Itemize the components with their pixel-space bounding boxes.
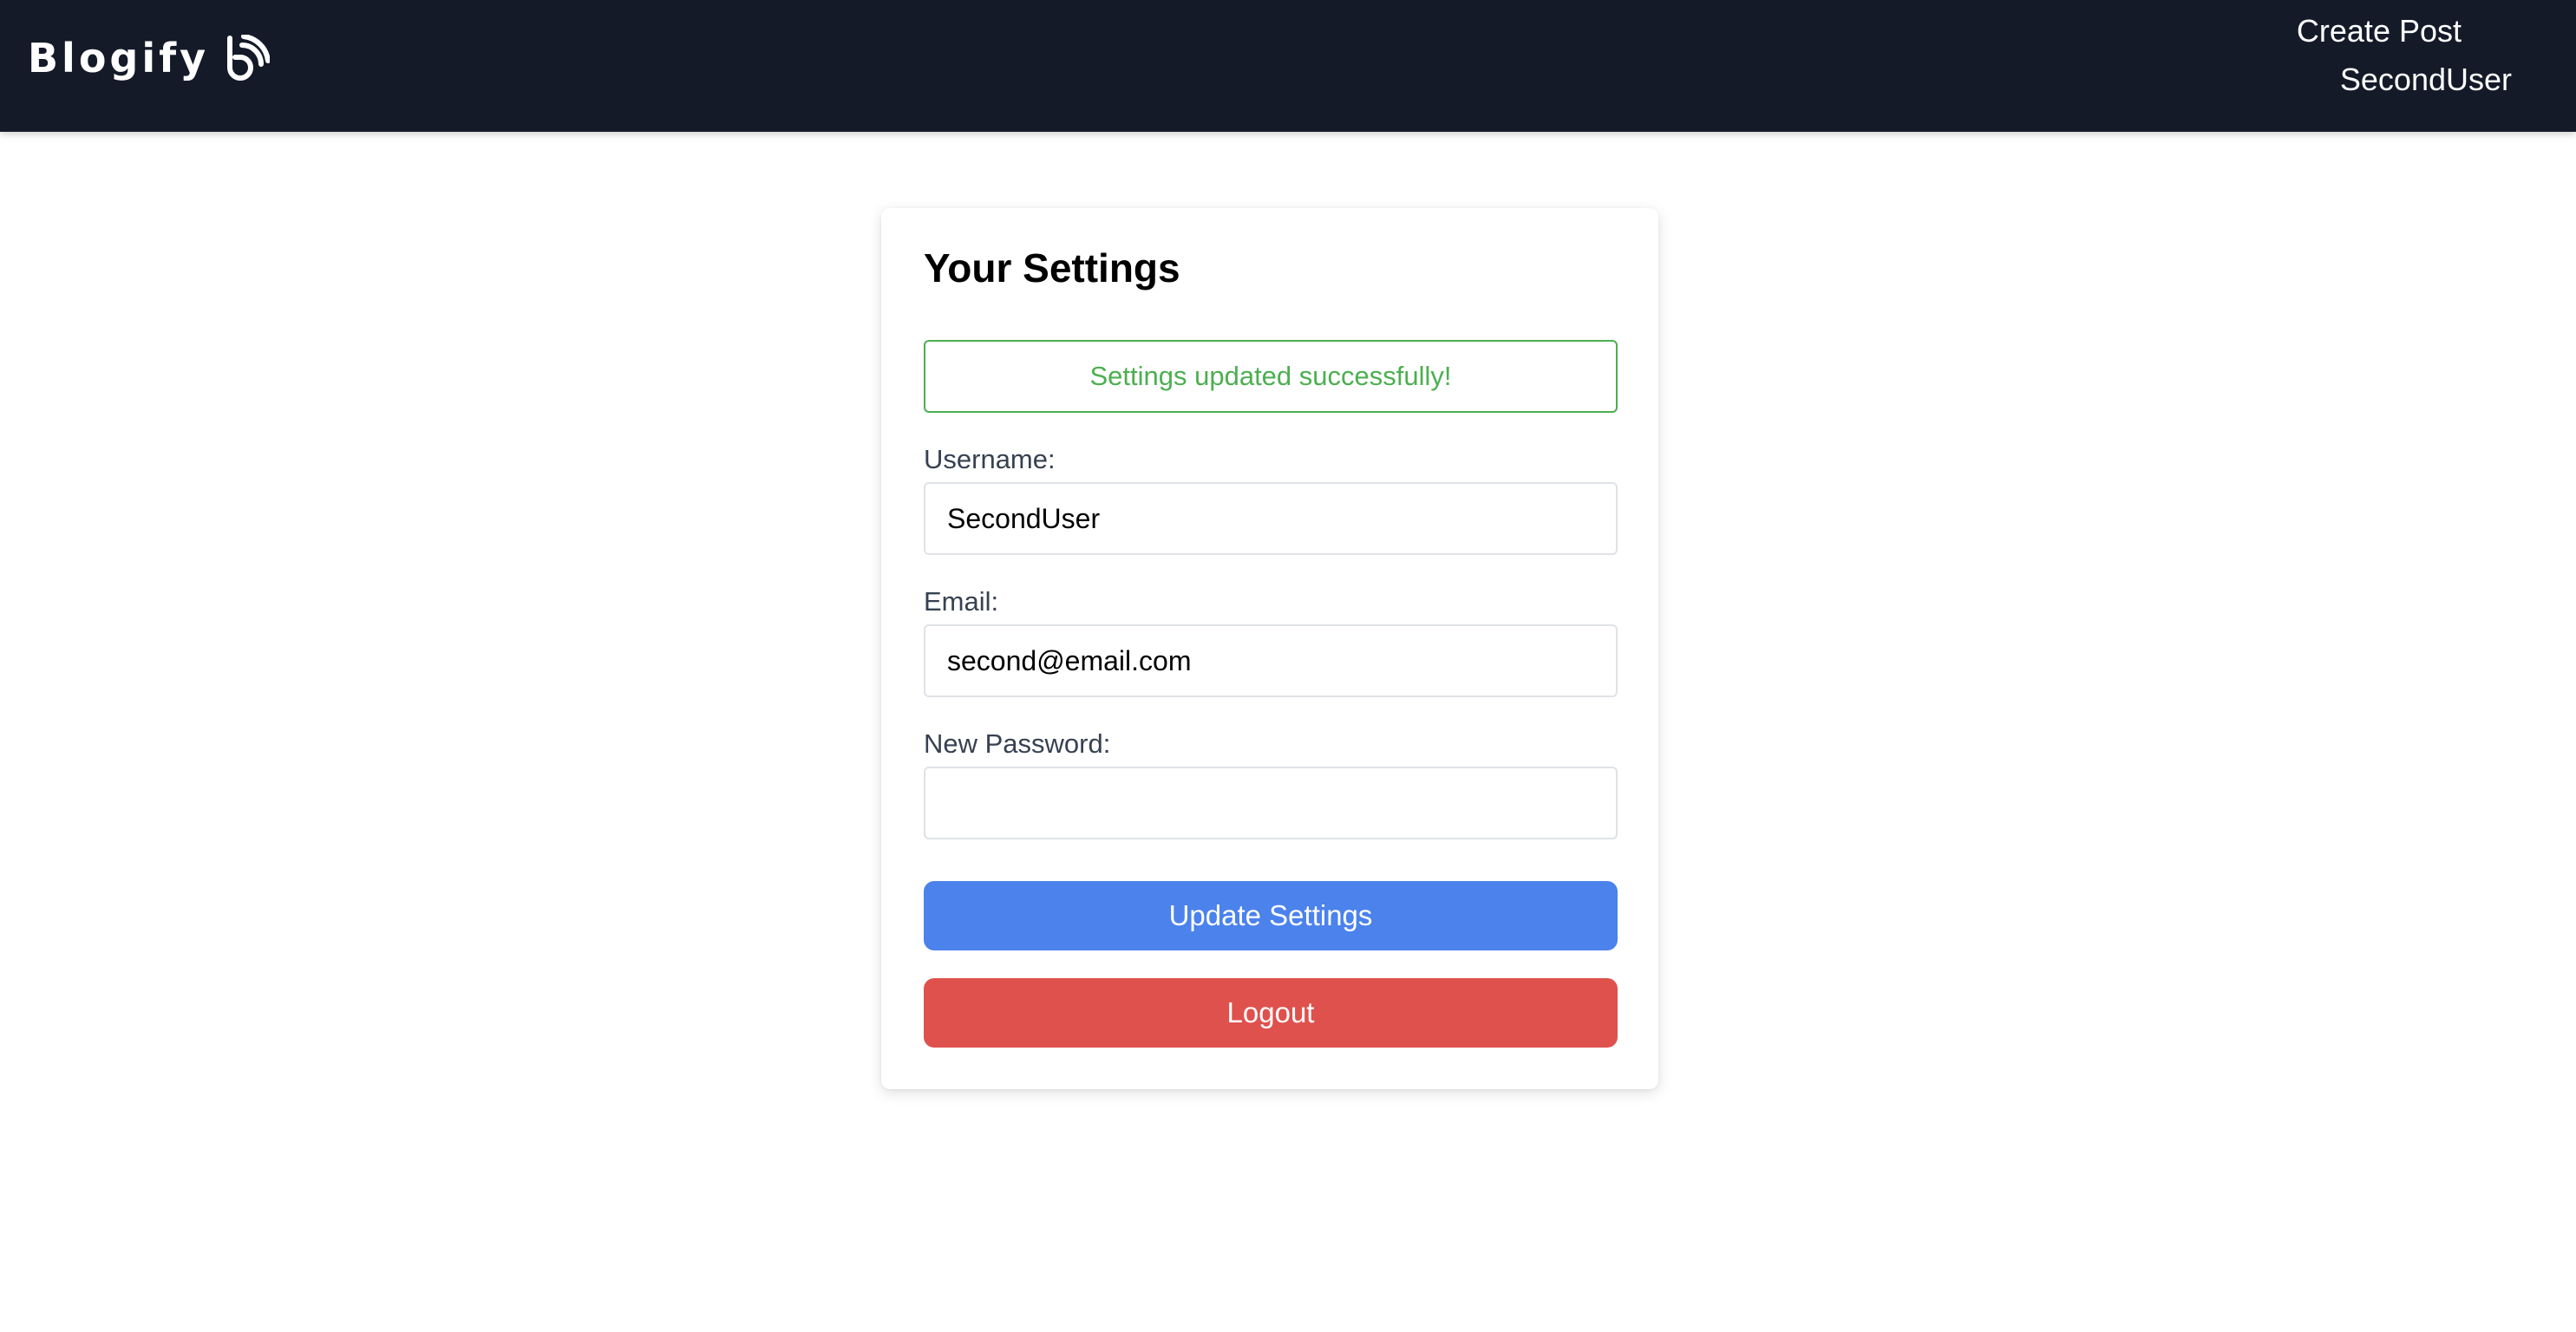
success-alert: Settings updated successfully! bbox=[924, 340, 1618, 413]
blog-logo-icon bbox=[227, 35, 271, 81]
brand-name: Blogify bbox=[28, 35, 210, 82]
username-input[interactable] bbox=[924, 482, 1618, 555]
logout-button[interactable]: Logout bbox=[924, 978, 1618, 1048]
email-label: Email: bbox=[924, 586, 999, 617]
username-label: Username: bbox=[924, 444, 1056, 474]
page-title: Your Settings bbox=[924, 245, 1180, 291]
user-profile-link[interactable]: SecondUser bbox=[2340, 62, 2512, 98]
settings-card: Your Settings Settings updated successfu… bbox=[881, 208, 1658, 1089]
update-settings-button[interactable]: Update Settings bbox=[924, 881, 1618, 950]
create-post-link[interactable]: Create Post bbox=[2297, 13, 2462, 49]
top-navbar: Blogify Create Post SecondUser bbox=[0, 0, 2576, 132]
new-password-label: New Password: bbox=[924, 728, 1111, 759]
new-password-input[interactable] bbox=[924, 767, 1618, 839]
email-input[interactable] bbox=[924, 624, 1618, 697]
brand-logo[interactable]: Blogify bbox=[28, 28, 271, 88]
